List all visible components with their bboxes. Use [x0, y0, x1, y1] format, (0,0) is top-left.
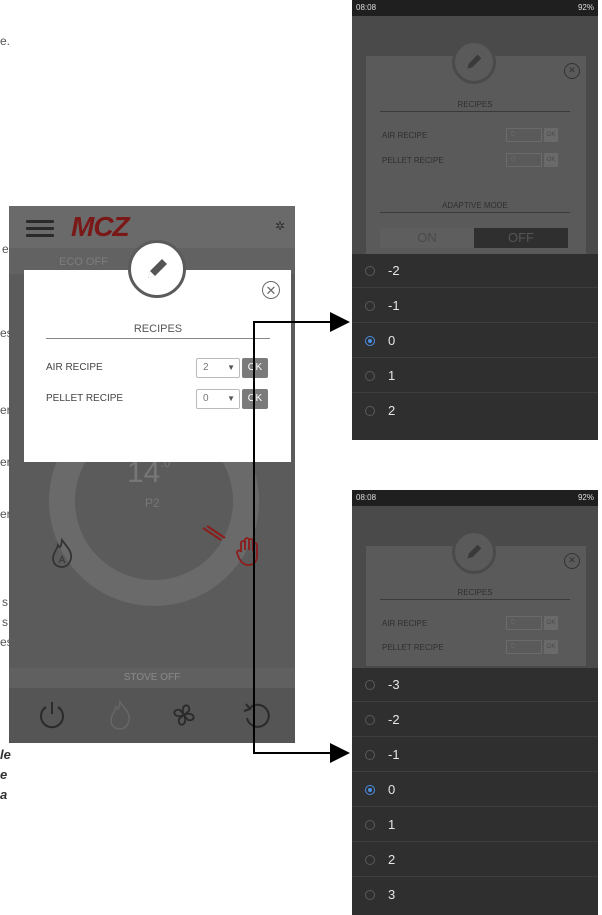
air-recipe-ok-button[interactable]: OK: [242, 358, 268, 378]
picker-option-selected[interactable]: 0: [352, 773, 598, 807]
fan-icon[interactable]: [169, 700, 199, 737]
refresh-icon[interactable]: [241, 700, 271, 737]
radio-icon: [365, 715, 375, 725]
power-level-label: P2: [145, 496, 160, 510]
page-text-fragment: e: [0, 767, 8, 782]
dial-indicator-mark: [202, 525, 226, 541]
option-picker: -2 -1 0 1 2: [352, 254, 598, 440]
radio-selected-icon: [365, 336, 375, 346]
section-title: RECIPES: [380, 100, 570, 112]
adaptive-mode-title: ADAPTIVE MODE: [380, 201, 570, 213]
radio-icon: [365, 266, 375, 276]
connector-line: [253, 321, 331, 323]
status-time: 08:08: [356, 3, 377, 12]
pellet-recipe-ok-button[interactable]: OK: [242, 389, 268, 409]
recipes-dialog: ✕ RECIPES AIR RECIPE 2▼ OK PELLET RECIPE…: [24, 270, 291, 462]
page-text-fragment: e.: [0, 34, 11, 48]
section-title: RECIPES: [46, 323, 270, 339]
picker-option[interactable]: -1: [352, 738, 598, 772]
phone-screenshot-bottom: 08:08 92% ✕ RECIPES AIR RECIPE 0 OK PELL…: [352, 490, 598, 915]
radio-icon: [365, 820, 375, 830]
picker-option[interactable]: 1: [352, 359, 598, 393]
picker-option[interactable]: 3: [352, 878, 598, 912]
pellet-recipe-ok-button[interactable]: OK: [544, 153, 558, 167]
toggle-off[interactable]: OFF: [474, 228, 568, 248]
page-text-fragment: s: [2, 615, 8, 629]
air-recipe-select[interactable]: 0: [506, 616, 542, 630]
section-title: RECIPES: [380, 588, 570, 600]
page-text-fragment: s: [2, 595, 8, 609]
close-icon[interactable]: ✕: [564, 63, 580, 79]
battery-level: 92%: [577, 3, 594, 12]
gear-icon[interactable]: ✲: [275, 219, 285, 233]
connector-line: [253, 321, 255, 754]
strip-text: ECO OFF: [59, 256, 108, 268]
pellet-recipe-label: PELLET RECIPE: [382, 156, 444, 165]
air-recipe-label: AIR RECIPE: [46, 362, 103, 373]
picker-option[interactable]: 2: [352, 394, 598, 428]
svg-text:A: A: [59, 555, 66, 566]
mcz-logo: MCZ: [71, 211, 130, 242]
radio-icon: [365, 750, 375, 760]
page-text-fragment: le: [0, 747, 11, 762]
edit-pencil-icon: [452, 530, 496, 574]
page-text-fragment: e: [2, 242, 9, 256]
phone-status-bar: 08:08 92%: [352, 490, 598, 506]
picker-option[interactable]: -3: [352, 668, 598, 702]
pellet-recipe-ok-button[interactable]: OK: [544, 640, 558, 654]
close-icon[interactable]: ✕: [262, 281, 280, 299]
air-recipe-ok-button[interactable]: OK: [544, 128, 558, 142]
air-recipe-select[interactable]: 0: [506, 128, 542, 142]
air-recipe-ok-button[interactable]: OK: [544, 616, 558, 630]
picker-option[interactable]: 1: [352, 808, 598, 842]
air-recipe-label: AIR RECIPE: [382, 619, 428, 628]
radio-icon: [365, 855, 375, 865]
arrow-icon: [330, 743, 350, 763]
radio-icon: [365, 406, 375, 416]
radio-icon: [365, 890, 375, 900]
pellet-recipe-select[interactable]: 0: [506, 153, 542, 167]
picker-option[interactable]: 2: [352, 843, 598, 877]
option-picker: -3 -2 -1 0 1 2 3: [352, 668, 598, 915]
pellet-recipe-label: PELLET RECIPE: [382, 643, 444, 652]
page-text-fragment: a: [0, 787, 8, 802]
connector-line: [253, 752, 331, 754]
battery-level: 92%: [577, 493, 594, 502]
pellet-recipe-label: PELLET RECIPE: [46, 393, 124, 404]
status-time: 08:08: [356, 493, 377, 502]
edit-pencil-icon: [128, 240, 186, 298]
radio-icon: [365, 680, 375, 690]
phone-screenshot-top: 08:08 92% ✕ RECIPES AIR RECIPE 0 OK PELL…: [352, 0, 598, 440]
air-recipe-label: AIR RECIPE: [382, 131, 428, 140]
hamburger-menu-icon[interactable]: [26, 220, 54, 237]
radio-selected-icon: [365, 785, 375, 795]
picker-option[interactable]: -2: [352, 254, 598, 288]
manual-hand-icon[interactable]: [235, 536, 261, 573]
power-icon[interactable]: [37, 700, 67, 737]
picker-option[interactable]: -1: [352, 289, 598, 323]
picker-option-selected[interactable]: 0: [352, 324, 598, 358]
radio-icon: [365, 371, 375, 381]
toggle-on[interactable]: ON: [380, 228, 474, 248]
edit-pencil-icon: [452, 40, 496, 84]
picker-option[interactable]: -2: [352, 703, 598, 737]
arrow-icon: [330, 312, 350, 332]
pellet-recipe-select[interactable]: 0: [506, 640, 542, 654]
phone-status-bar: 08:08 92%: [352, 0, 598, 16]
air-recipe-select[interactable]: 2 ▼: [196, 358, 240, 378]
radio-icon: [365, 301, 375, 311]
close-icon[interactable]: ✕: [564, 553, 580, 569]
flame-icon[interactable]: [107, 699, 133, 737]
auto-flame-icon[interactable]: A: [49, 537, 75, 575]
pellet-recipe-select[interactable]: 0 ▼: [196, 389, 240, 409]
